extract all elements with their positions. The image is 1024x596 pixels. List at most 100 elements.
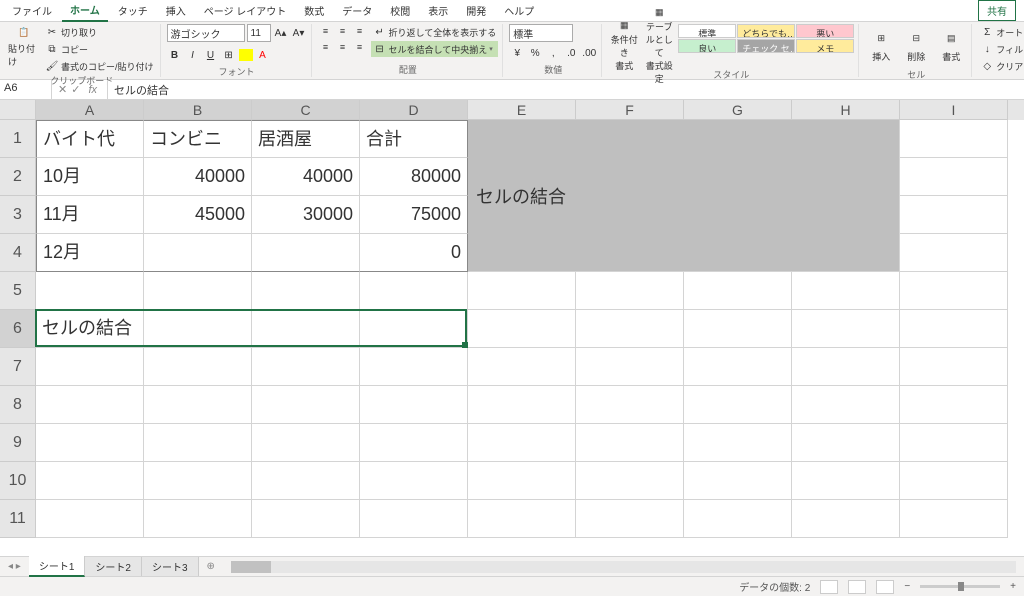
add-sheet-button[interactable]: ⊕ bbox=[199, 561, 223, 572]
cell-I7[interactable] bbox=[900, 348, 1008, 386]
cell-C10[interactable] bbox=[252, 462, 360, 500]
cell-B2[interactable]: 40000 bbox=[144, 158, 252, 196]
autosum-button[interactable]: Σオート SUM bbox=[978, 24, 1024, 40]
cell-C1[interactable]: 居酒屋 bbox=[252, 120, 360, 158]
cell-H11[interactable] bbox=[792, 500, 900, 538]
border-button[interactable]: ⊞ bbox=[221, 47, 237, 63]
merged-cell-E1-H4[interactable]: セルの結合 bbox=[468, 120, 900, 272]
col-header-E[interactable]: E bbox=[468, 100, 576, 120]
tab-dev[interactable]: 開発 bbox=[458, 0, 494, 21]
sheet-tab-3[interactable]: シート3 bbox=[142, 557, 199, 576]
cell-G7[interactable] bbox=[684, 348, 792, 386]
cell-E9[interactable] bbox=[468, 424, 576, 462]
row-header-10[interactable]: 10 bbox=[0, 462, 36, 500]
cell-D4[interactable]: 0 bbox=[360, 234, 468, 272]
cell-C7[interactable] bbox=[252, 348, 360, 386]
cell-D5[interactable] bbox=[360, 272, 468, 310]
style-good[interactable]: 良い bbox=[678, 39, 736, 53]
align-center-button[interactable]: ≡ bbox=[335, 40, 351, 54]
insert-button[interactable]: ⊞挿入 bbox=[865, 24, 897, 68]
cell-A11[interactable] bbox=[36, 500, 144, 538]
cell-G6[interactable] bbox=[684, 310, 792, 348]
view-pagebreak-button[interactable] bbox=[876, 580, 894, 594]
cell-G9[interactable] bbox=[684, 424, 792, 462]
style-bad[interactable]: 悪い bbox=[796, 24, 854, 38]
cell-B7[interactable] bbox=[144, 348, 252, 386]
style-neutral[interactable]: どちらでも… bbox=[737, 24, 795, 38]
cell-G5[interactable] bbox=[684, 272, 792, 310]
tab-insert[interactable]: 挿入 bbox=[158, 0, 194, 21]
cell-E7[interactable] bbox=[468, 348, 576, 386]
cell-C9[interactable] bbox=[252, 424, 360, 462]
col-header-G[interactable]: G bbox=[684, 100, 792, 120]
align-middle-button[interactable]: ≡ bbox=[335, 24, 351, 38]
format-painter-button[interactable]: 🖌書式のコピー/貼り付け bbox=[43, 58, 156, 74]
cell-I2[interactable] bbox=[900, 158, 1008, 196]
col-header-F[interactable]: F bbox=[576, 100, 684, 120]
align-right-button[interactable]: ≡ bbox=[352, 40, 368, 54]
cell-G8[interactable] bbox=[684, 386, 792, 424]
cell-E8[interactable] bbox=[468, 386, 576, 424]
italic-button[interactable]: I bbox=[185, 47, 201, 63]
row-header-4[interactable]: 4 bbox=[0, 234, 36, 272]
cell-A6[interactable]: セルの結合 bbox=[36, 310, 144, 348]
cells-area[interactable]: バイト代 コンビニ 居酒屋 合計 10月 40000 40000 80000 bbox=[36, 120, 1008, 538]
cut-button[interactable]: ✂切り取り bbox=[43, 24, 156, 40]
comma-button[interactable]: , bbox=[545, 45, 561, 61]
sheet-tab-2[interactable]: シート2 bbox=[85, 557, 142, 576]
align-left-button[interactable]: ≡ bbox=[318, 40, 334, 54]
style-check[interactable]: チェック セ… bbox=[737, 39, 795, 53]
fx-icon[interactable]: fx bbox=[84, 84, 101, 96]
style-memo[interactable]: メモ bbox=[796, 39, 854, 53]
col-header-A[interactable]: A bbox=[36, 100, 144, 120]
number-format-select[interactable]: 標準 bbox=[509, 24, 573, 42]
cell-I6[interactable] bbox=[900, 310, 1008, 348]
cancel-formula-button[interactable]: ✕ bbox=[58, 83, 67, 96]
col-header-B[interactable]: B bbox=[144, 100, 252, 120]
fill-color-button[interactable] bbox=[239, 49, 253, 61]
paste-button[interactable]: 📋 貼り付け bbox=[8, 24, 40, 68]
style-normal[interactable]: 標準 bbox=[678, 24, 736, 38]
cell-D2[interactable]: 80000 bbox=[360, 158, 468, 196]
cell-A3[interactable]: 11月 bbox=[36, 196, 144, 234]
cell-D6[interactable] bbox=[360, 310, 468, 348]
cell-F9[interactable] bbox=[576, 424, 684, 462]
conditional-format-button[interactable]: ▦条件付き 書式 bbox=[608, 24, 640, 68]
cell-I1[interactable] bbox=[900, 120, 1008, 158]
copy-button[interactable]: ⧉コピー bbox=[43, 41, 156, 57]
decrease-decimal-button[interactable]: .00 bbox=[581, 45, 597, 61]
tab-view[interactable]: 表示 bbox=[420, 0, 456, 21]
align-bottom-button[interactable]: ≡ bbox=[352, 24, 368, 38]
format-button[interactable]: ▤書式 bbox=[935, 24, 967, 68]
zoom-slider[interactable] bbox=[920, 585, 1000, 588]
accept-formula-button[interactable]: ✓ bbox=[71, 83, 80, 96]
cell-F10[interactable] bbox=[576, 462, 684, 500]
row-header-5[interactable]: 5 bbox=[0, 272, 36, 310]
cell-D9[interactable] bbox=[360, 424, 468, 462]
horizontal-scrollbar[interactable] bbox=[231, 561, 1016, 573]
cell-B3[interactable]: 45000 bbox=[144, 196, 252, 234]
tab-review[interactable]: 校閲 bbox=[382, 0, 418, 21]
row-header-8[interactable]: 8 bbox=[0, 386, 36, 424]
cell-C11[interactable] bbox=[252, 500, 360, 538]
sheet-nav-buttons[interactable]: ◂ ▸ bbox=[0, 561, 29, 572]
cell-H9[interactable] bbox=[792, 424, 900, 462]
cell-F7[interactable] bbox=[576, 348, 684, 386]
tab-help[interactable]: ヘルプ bbox=[496, 0, 542, 21]
cell-G11[interactable] bbox=[684, 500, 792, 538]
cell-A9[interactable] bbox=[36, 424, 144, 462]
cell-B4[interactable] bbox=[144, 234, 252, 272]
cell-F6[interactable] bbox=[576, 310, 684, 348]
col-header-D[interactable]: D bbox=[360, 100, 468, 120]
cell-E6[interactable] bbox=[468, 310, 576, 348]
row-header-9[interactable]: 9 bbox=[0, 424, 36, 462]
percent-button[interactable]: % bbox=[527, 45, 543, 61]
cell-F8[interactable] bbox=[576, 386, 684, 424]
sheet-tab-1[interactable]: シート1 bbox=[29, 556, 86, 577]
name-box[interactable]: A6 bbox=[0, 80, 52, 99]
clear-button[interactable]: ◇クリア bbox=[978, 58, 1024, 74]
underline-button[interactable]: U bbox=[203, 47, 219, 63]
tab-home[interactable]: ホーム bbox=[62, 0, 108, 22]
zoom-thumb[interactable] bbox=[958, 582, 964, 591]
tab-data[interactable]: データ bbox=[334, 0, 380, 21]
